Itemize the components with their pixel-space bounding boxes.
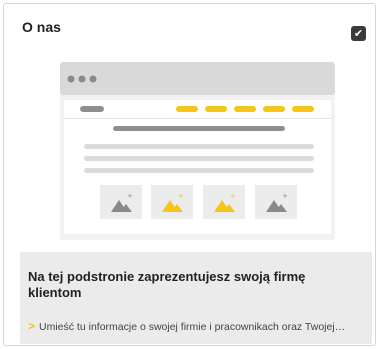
header-divider <box>64 118 331 119</box>
page-template-illustration: + + + + <box>60 62 335 240</box>
nav-item-placeholder <box>292 106 314 112</box>
nav-item-placeholder <box>234 106 256 112</box>
arrow-right-icon: > <box>28 319 36 333</box>
description-title: Na tej podstronie zaprezentujesz swoją f… <box>28 269 306 300</box>
window-dot-icon <box>89 75 97 83</box>
svg-text:+: + <box>282 192 288 200</box>
browser-titlebar <box>60 62 335 95</box>
nav-item-placeholder <box>176 106 198 112</box>
nav-item-placeholder <box>205 106 227 112</box>
svg-text:+: + <box>230 192 236 200</box>
image-placeholder-3: + <box>203 185 245 219</box>
nav-item-placeholder <box>263 106 285 112</box>
description-text-body: Umieść tu informacje o swojej firmie i p… <box>39 321 346 333</box>
image-placeholder-4: + <box>255 185 297 219</box>
heading-placeholder <box>113 126 285 131</box>
window-dot-icon <box>78 75 86 83</box>
svg-text:+: + <box>178 192 184 200</box>
window-dot-icon <box>67 75 75 83</box>
checkbox-checked-icon[interactable]: ✔ <box>351 26 366 41</box>
logo-placeholder <box>80 106 104 112</box>
image-placeholder-1: + <box>100 185 142 219</box>
text-line-placeholder <box>84 144 314 149</box>
section-card[interactable]: O nas ✔ + + + + Na tej podstronie zaprez… <box>3 3 376 346</box>
text-line-placeholder <box>84 168 314 173</box>
image-placeholder-2: + <box>151 185 193 219</box>
description-panel: Na tej podstronie zaprezentujesz swoją f… <box>20 252 372 344</box>
svg-text:+: + <box>127 192 133 200</box>
text-line-placeholder <box>84 156 314 161</box>
description-text: > Umieść tu informacje o swojej firmie i … <box>28 319 368 333</box>
section-title: O nas <box>22 19 61 35</box>
